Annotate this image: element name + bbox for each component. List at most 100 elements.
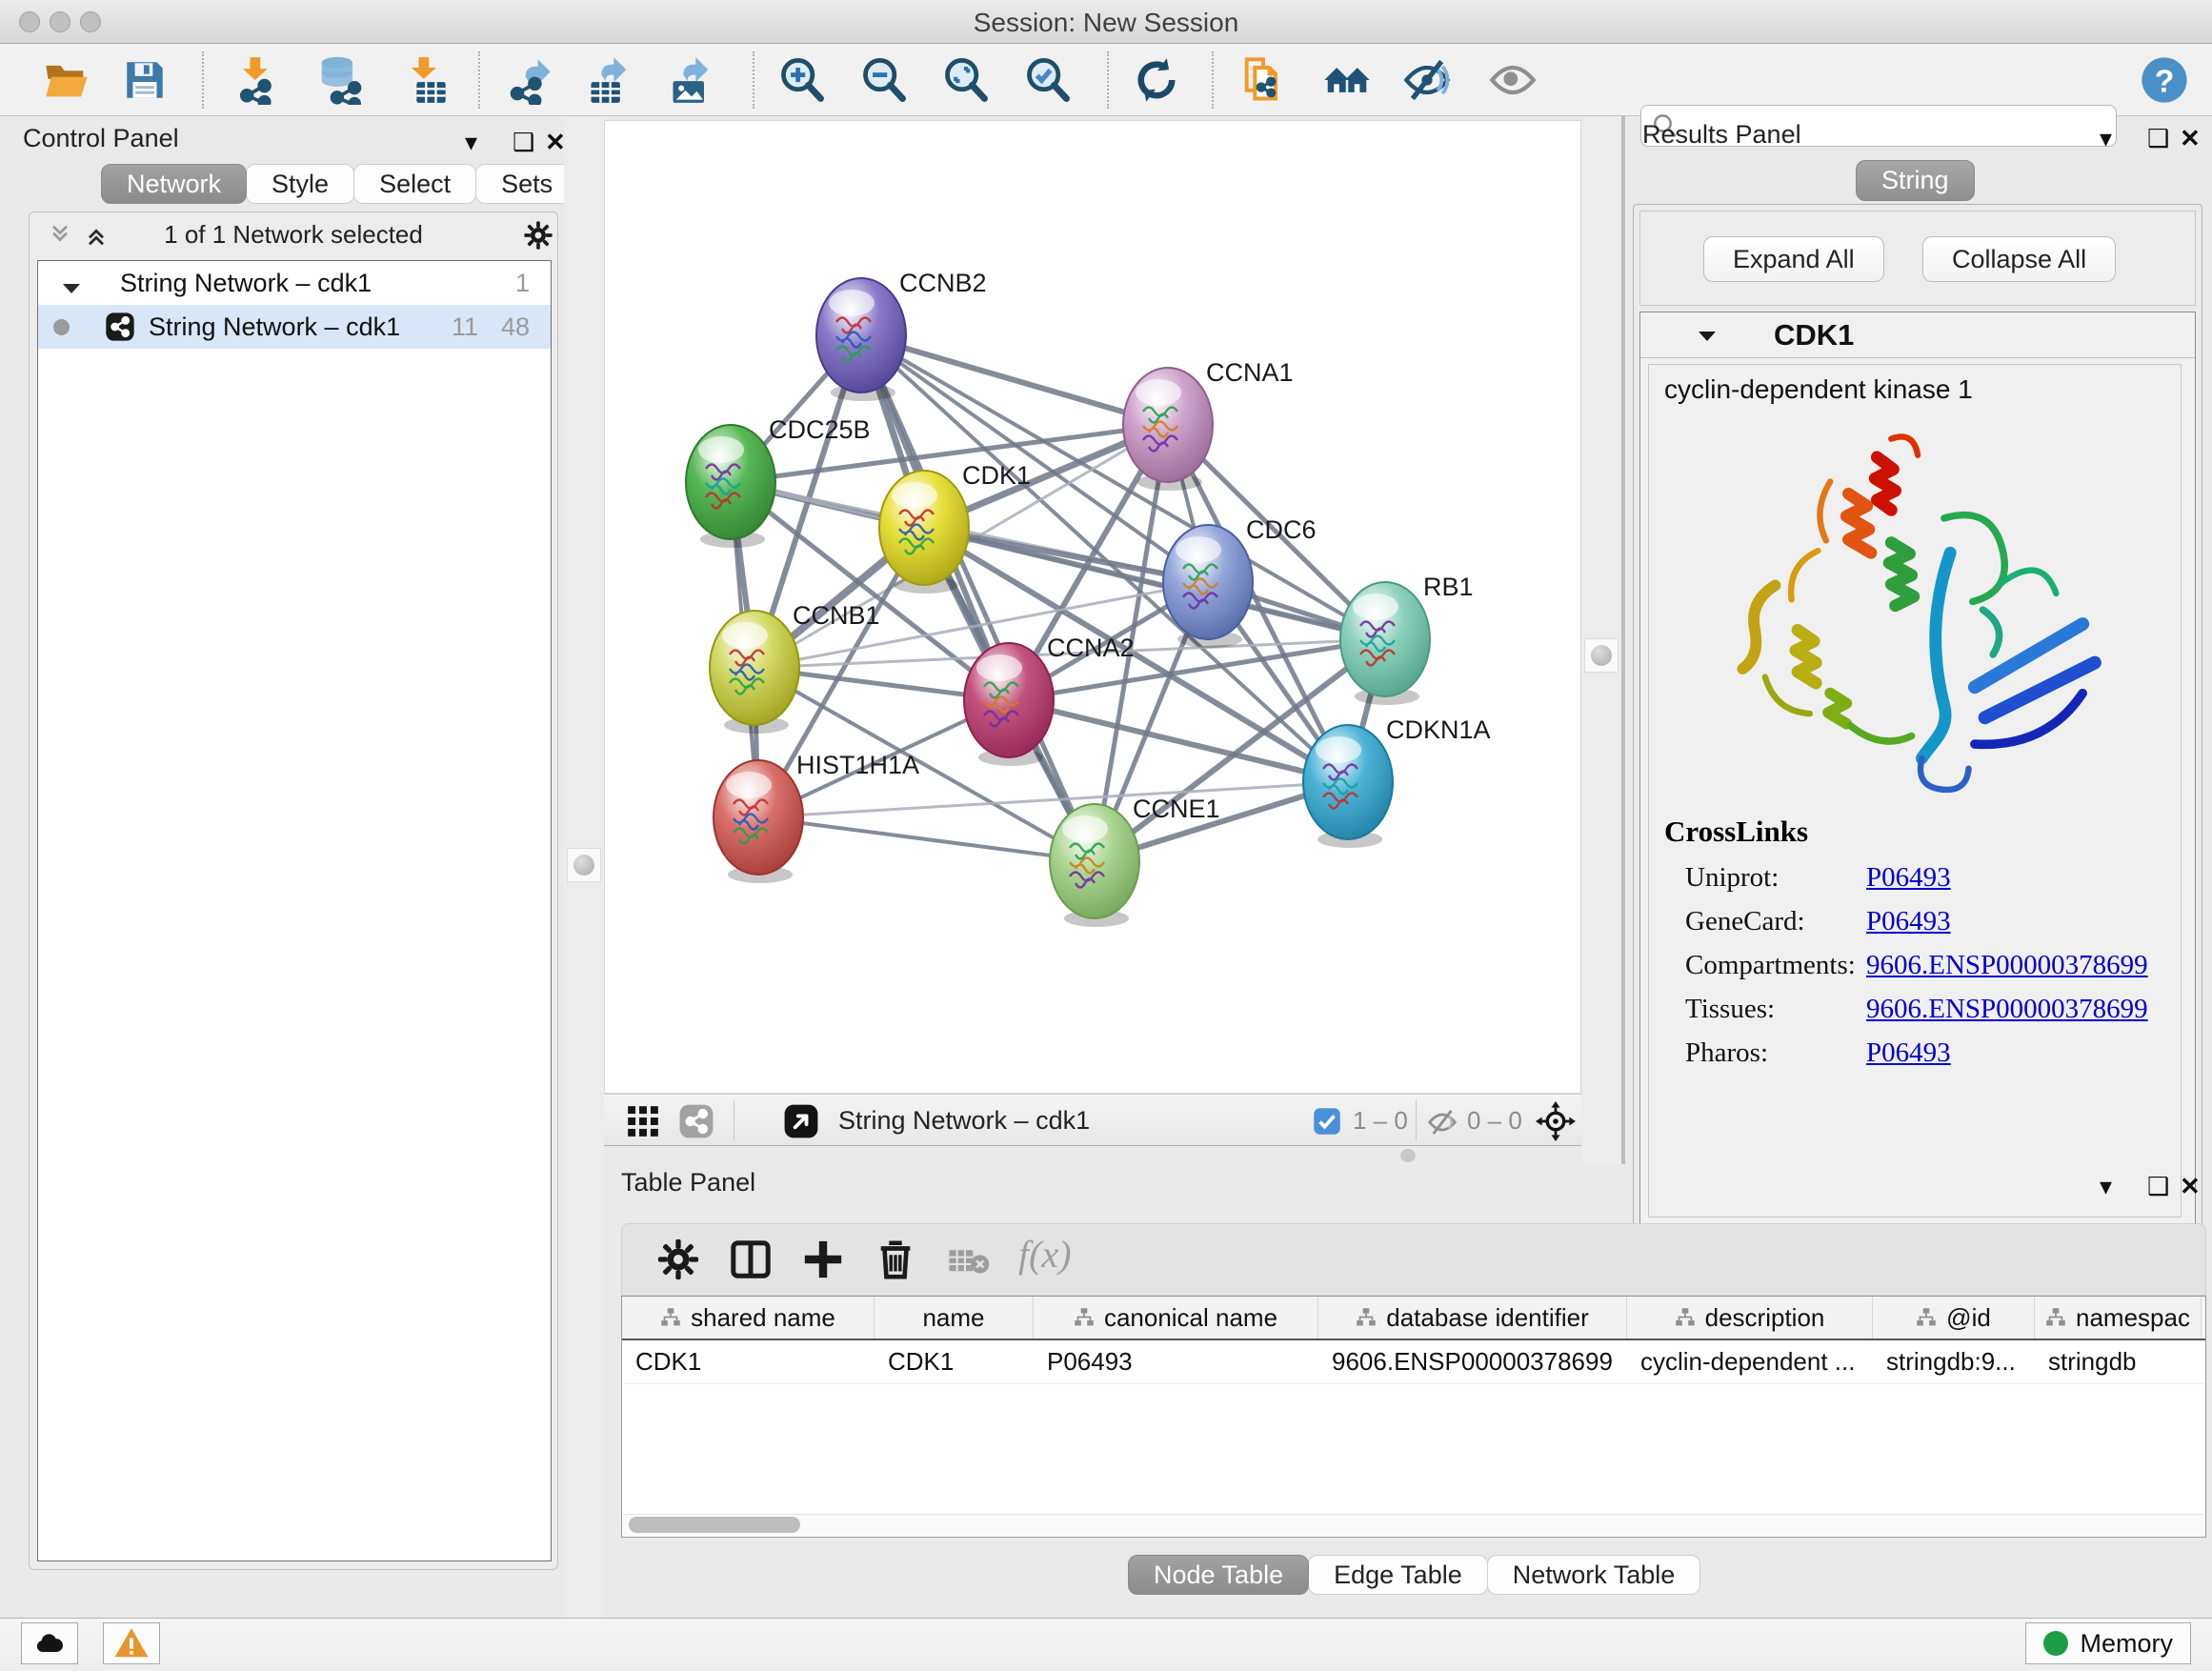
cell-description[interactable]: cyclin-dependent ... (1627, 1340, 1873, 1383)
show-all-button[interactable] (1486, 53, 1539, 107)
node-CCNA2[interactable] (964, 643, 1054, 766)
node-description: cyclin-dependent kinase 1 (1664, 374, 1973, 405)
collapse-caret-icon[interactable] (1696, 328, 1719, 345)
node-CCNB1[interactable] (710, 611, 799, 734)
birds-eye-view-icon[interactable] (783, 1103, 819, 1139)
right-splitter-grip[interactable] (1584, 638, 1619, 673)
node-CCNA1[interactable] (1123, 368, 1213, 491)
panel-close-icon[interactable]: ✕ (545, 128, 566, 157)
apply-layout-button[interactable] (1130, 53, 1183, 107)
crosslink-link[interactable]: P06493 (1866, 1037, 1951, 1069)
zoom-fit-button[interactable] (939, 53, 993, 107)
import-table-button[interactable] (398, 53, 452, 107)
collapse-all-button[interactable]: Collapse All (1922, 236, 2116, 282)
node-CCNE1[interactable] (1050, 804, 1139, 927)
network-collection-row[interactable]: String Network – cdk1 1 (38, 261, 551, 305)
cell-namespac[interactable]: stringdb (2035, 1340, 2202, 1383)
tab-network[interactable]: Network (101, 164, 247, 204)
node-details-header[interactable]: CDK1 (1640, 312, 2195, 358)
import-network-button[interactable] (231, 53, 284, 107)
tab-edge-table[interactable]: Edge Table (1308, 1555, 1488, 1595)
hide-selected-button[interactable] (1400, 53, 1454, 107)
panel-close-icon[interactable]: ✕ (2180, 1172, 2201, 1201)
tab-sets[interactable]: Sets (475, 164, 578, 204)
panel-menu-icon[interactable]: ▾ (2100, 124, 2112, 153)
tab-style[interactable]: Style (246, 164, 354, 204)
network-row[interactable]: String Network – cdk1 11 48 (38, 305, 551, 349)
table-horizontal-scrollbar[interactable] (623, 1514, 2204, 1535)
import-network-from-database-button[interactable] (312, 53, 366, 107)
export-image-button[interactable] (665, 53, 718, 107)
export-table-button[interactable] (583, 53, 636, 107)
edge-CCNB2-CCNE1[interactable] (861, 335, 1095, 861)
open-file-button[interactable] (40, 53, 93, 107)
table-settings-gear-icon[interactable] (656, 1238, 700, 1281)
column-header-description[interactable]: description (1627, 1297, 1873, 1339)
crosslink-link[interactable]: 9606.ENSP00000378699 (1866, 994, 2148, 1025)
tab-select[interactable]: Select (353, 164, 476, 204)
first-neighbors-button[interactable] (1320, 53, 1374, 107)
column-header-database-identifier[interactable]: database identifier (1318, 1297, 1627, 1339)
crosslink-link[interactable]: 9606.ENSP00000378699 (1866, 950, 2148, 981)
panel-float-icon[interactable]: ❑ (2147, 1172, 2169, 1201)
table-row[interactable]: CDK1CDK1P064939606.ENSP00000378699cyclin… (622, 1340, 2205, 1384)
panel-menu-icon[interactable]: ▾ (2100, 1172, 2112, 1201)
network-canvas[interactable]: CCNB2CCNA1CDC25BCDK1CDC6RB1CCNB1CCNA2CDK… (604, 120, 1581, 1094)
export-network-button[interactable] (503, 53, 556, 107)
column-header-name[interactable]: name (875, 1297, 1034, 1339)
zoom-selected-button[interactable] (1021, 53, 1075, 107)
fit-content-crosshair-icon[interactable] (1536, 1101, 1576, 1141)
memory-button[interactable]: Memory (2025, 1622, 2191, 1664)
expand-all-button[interactable]: Expand All (1703, 236, 1884, 282)
cell-name[interactable]: CDK1 (875, 1340, 1034, 1383)
main-toolbar: ? (0, 44, 2212, 116)
create-column-plus-icon[interactable] (801, 1238, 845, 1281)
cell-database-identifier[interactable]: 9606.ENSP00000378699 (1318, 1340, 1627, 1383)
tab-string[interactable]: String (1856, 160, 1975, 201)
grid-view-icon[interactable] (625, 1103, 661, 1139)
node-CDKN1A[interactable] (1303, 725, 1393, 848)
column-header-@id[interactable]: @id (1873, 1297, 2035, 1339)
cell-@id[interactable]: stringdb:9... (1873, 1340, 2035, 1383)
delete-column-trash-icon[interactable] (874, 1238, 917, 1281)
show-columns-icon[interactable] (729, 1238, 773, 1281)
cloud-button[interactable] (21, 1622, 78, 1664)
tab-network-table[interactable]: Network Table (1487, 1555, 1701, 1595)
left-splitter[interactable] (564, 116, 604, 1618)
network-view-icon[interactable] (678, 1103, 714, 1139)
warnings-button[interactable] (103, 1622, 160, 1664)
cell-shared-name[interactable]: CDK1 (622, 1340, 875, 1383)
node-CDC25B[interactable] (686, 425, 775, 548)
scrollbar-thumb[interactable] (629, 1517, 800, 1533)
column-header-shared-name[interactable]: shared name (622, 1297, 875, 1339)
column-header-canonical-name[interactable]: canonical name (1034, 1297, 1318, 1339)
zoom-in-button[interactable] (775, 53, 829, 107)
network-graph[interactable]: CCNB2CCNA1CDC25BCDK1CDC6RB1CCNB1CCNA2CDK… (605, 121, 1581, 1094)
clone-network-button[interactable] (1237, 53, 1290, 107)
crosslink-row: Pharos:P06493 (1664, 1037, 1808, 1081)
panel-close-icon[interactable]: ✕ (2180, 124, 2201, 153)
horizontal-splitter-grip[interactable] (1400, 1149, 1416, 1162)
node-CCNB2[interactable] (816, 278, 906, 401)
node-RB1[interactable] (1340, 582, 1430, 705)
panel-menu-icon[interactable]: ▾ (465, 128, 477, 157)
cell-canonical-name[interactable]: P06493 (1034, 1340, 1318, 1383)
column-header-namespac[interactable]: namespac (2035, 1297, 2202, 1339)
right-splitter[interactable] (1581, 116, 1621, 1164)
zoom-out-button[interactable] (857, 53, 911, 107)
crosslink-link[interactable]: P06493 (1866, 862, 1951, 894)
selected-checkbox-icon[interactable] (1313, 1107, 1341, 1136)
panel-float-icon[interactable]: ❑ (513, 128, 534, 157)
help-button[interactable]: ? (2138, 53, 2191, 107)
crosslink-link[interactable]: P06493 (1866, 906, 1951, 937)
node-HIST1H1A[interactable] (714, 760, 803, 883)
collection-expand-caret[interactable] (61, 274, 82, 304)
edge-HIST1H1A-CCNE1[interactable] (758, 817, 1095, 861)
save-session-button[interactable] (118, 53, 171, 107)
tab-node-table[interactable]: Node Table (1128, 1555, 1309, 1595)
panel-float-icon[interactable]: ❑ (2147, 124, 2169, 153)
gear-icon[interactable] (523, 220, 553, 251)
toolbar-separator (202, 51, 204, 109)
node-table[interactable]: shared namenamecanonical namedatabase id… (621, 1296, 2206, 1538)
left-splitter-grip[interactable] (567, 848, 601, 882)
